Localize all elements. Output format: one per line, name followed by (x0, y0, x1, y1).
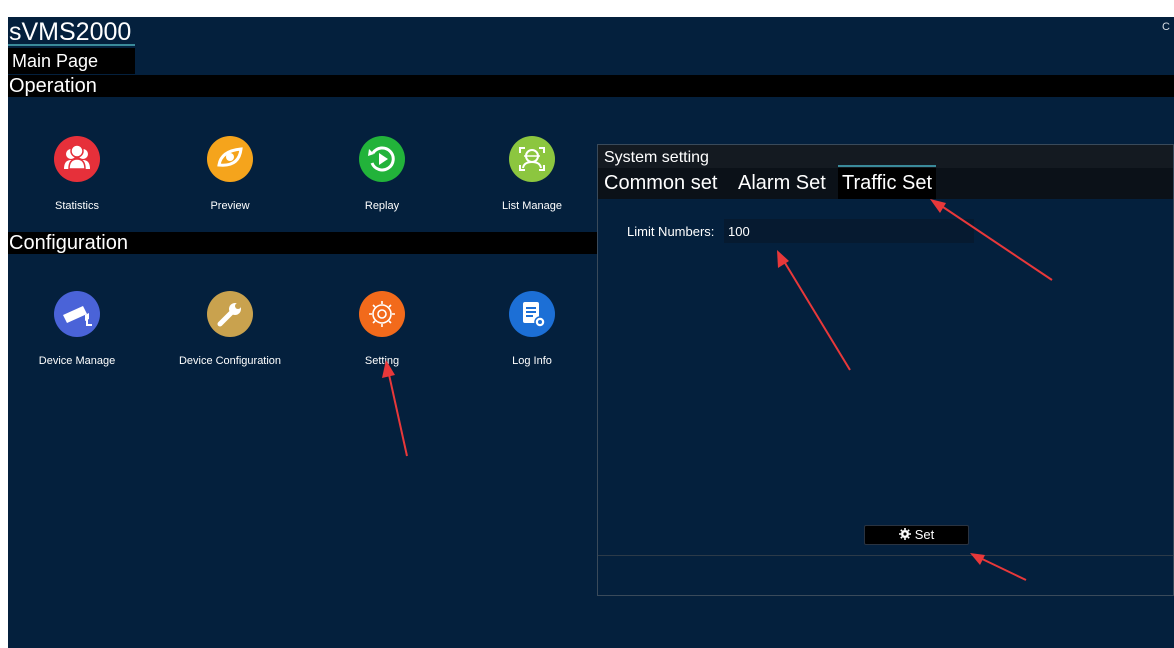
tile-replay[interactable]: Replay (312, 136, 452, 212)
document-icon (509, 291, 555, 337)
corner-indicator: C (1162, 21, 1170, 33)
users-icon (54, 136, 100, 182)
tab-alarm-set[interactable]: Alarm Set (738, 168, 826, 199)
limit-numbers-label: Limit Numbers: (627, 224, 715, 239)
tile-log-info[interactable]: Log Info (462, 291, 602, 367)
dialog-separator (598, 555, 1173, 556)
tile-label: Log Info (512, 355, 552, 367)
tile-list-manage[interactable]: List Manage (462, 136, 602, 212)
gear-icon (359, 291, 405, 337)
tile-label: Setting (364, 355, 400, 367)
tile-label: Device Manage (38, 355, 116, 367)
tile-device-manage[interactable]: Device Manage (8, 291, 147, 367)
face-scan-icon (509, 136, 555, 182)
system-setting-dialog: System setting Common set Alarm Set Traf… (597, 144, 1174, 596)
tile-label: Replay (364, 200, 400, 212)
set-button-label: Set (914, 527, 935, 542)
dialog-tabs: Common set Alarm Set Traffic Set (598, 165, 1173, 199)
tab-main-page[interactable]: Main Page (8, 48, 135, 74)
tile-statistics[interactable]: Statistics (8, 136, 147, 212)
replay-icon (359, 136, 405, 182)
eye-icon (207, 136, 253, 182)
app-title: sVMS2000 (9, 18, 132, 46)
gear-icon (898, 527, 911, 545)
tile-label: List Manage (502, 200, 562, 212)
tile-label: Preview (210, 200, 250, 212)
app-window: sVMS2000 C Main Page Operation Statistic… (8, 17, 1174, 648)
camera-icon (54, 291, 100, 337)
section-operation: Operation (8, 75, 1174, 97)
tile-device-configuration[interactable]: Device Configuration (160, 291, 300, 367)
tab-common-set[interactable]: Common set (604, 168, 717, 199)
tile-preview[interactable]: Preview (160, 136, 300, 212)
title-underline (8, 44, 135, 46)
tile-label: Device Configuration (178, 355, 282, 367)
tile-setting[interactable]: Setting (312, 291, 452, 367)
tab-traffic-set[interactable]: Traffic Set (838, 165, 937, 199)
tile-label: Statistics (54, 200, 99, 212)
wrench-icon (207, 291, 253, 337)
set-button[interactable]: Set (864, 525, 969, 545)
limit-numbers-input[interactable] (724, 219, 974, 243)
